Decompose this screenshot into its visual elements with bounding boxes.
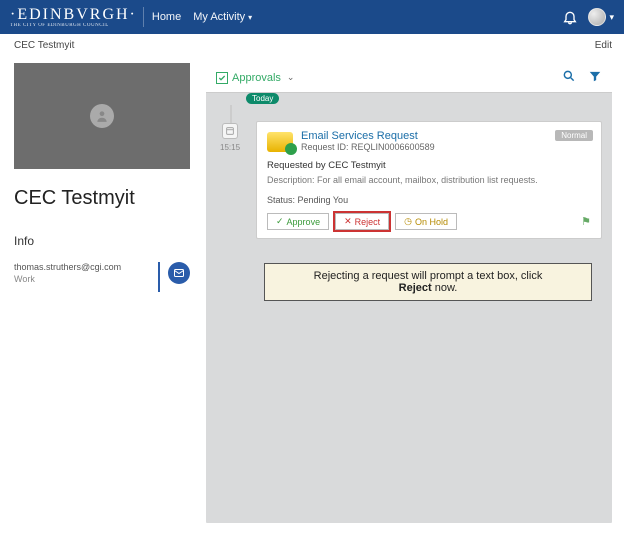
approve-button[interactable]: ✓ Approve (267, 213, 329, 230)
brand-subtext: THE CITY OF EDINBURGH COUNCIL (10, 23, 137, 28)
nav-my-activity[interactable]: My Activity ▾ (193, 11, 252, 23)
nav-my-activity-label: My Activity (193, 11, 245, 23)
callout-line2: now. (432, 282, 458, 294)
check-icon: ✓ (276, 216, 284, 227)
avatar-icon (588, 8, 606, 26)
timeline-time: 15:15 (220, 143, 240, 152)
card-title[interactable]: Email Services Request (301, 130, 435, 142)
info-email-label: Work (14, 274, 150, 286)
reject-label: Reject (355, 217, 381, 227)
today-pill: Today (246, 93, 279, 104)
edit-link[interactable]: Edit (595, 40, 612, 51)
callout-bold: Reject (399, 282, 432, 294)
x-icon: ✕ (344, 216, 352, 227)
hold-label: On Hold (415, 217, 448, 227)
info-block: thomas.struthers@cgi.com Work (14, 262, 190, 292)
info-email: thomas.struthers@cgi.com (14, 262, 150, 274)
breadcrumb: CEC Testmyit (14, 40, 74, 51)
divider (158, 262, 160, 292)
timeline: Today 15:15 Normal Email Services Reques… (206, 93, 612, 311)
card-status: Status: Pending You (267, 195, 591, 205)
approvals-dropdown[interactable]: Approvals ⌄ (216, 72, 294, 84)
flag-icon[interactable]: ⚑ (581, 215, 591, 228)
profile-photo (14, 63, 190, 169)
notifications-icon[interactable] (562, 9, 578, 25)
mail-icon (173, 267, 185, 279)
card-description: Description: For all email account, mail… (267, 175, 591, 185)
hold-button[interactable]: ◷ On Hold (395, 213, 457, 230)
approvals-label: Approvals (232, 72, 281, 84)
profile-sidebar: CEC Testmyit Info thomas.struthers@cgi.c… (14, 63, 190, 523)
approve-label: Approve (287, 217, 321, 227)
filter-icon[interactable] (588, 69, 602, 86)
timeline-node-icon (222, 123, 238, 139)
user-avatar[interactable]: ▾ (588, 8, 614, 26)
nav-separator (143, 7, 144, 27)
card-actions: ✓ Approve ✕ Reject ◷ On Hold ⚑ (267, 213, 591, 230)
breadcrumb-row: CEC Testmyit Edit (0, 34, 624, 55)
email-button[interactable] (168, 262, 190, 284)
priority-badge: Normal (555, 130, 593, 141)
request-card: Normal Email Services Request Request ID… (256, 121, 602, 239)
search-icon[interactable] (562, 69, 576, 86)
card-id: Request ID: REQLIN0006600589 (301, 142, 435, 152)
instruction-callout: Rejecting a request will prompt a text b… (264, 263, 592, 301)
clock-icon: ◷ (404, 216, 412, 227)
reject-button[interactable]: ✕ Reject (335, 213, 389, 230)
approvals-icon (216, 72, 228, 84)
chevron-down-icon: ▾ (248, 13, 252, 22)
chevron-down-icon: ⌄ (287, 72, 295, 83)
navbar: ·EDINBVRGH· THE CITY OF EDINBURGH COUNCI… (0, 0, 624, 34)
chevron-down-icon: ▾ (609, 12, 614, 23)
info-header: Info (14, 234, 190, 254)
panel-header: Approvals ⌄ (206, 63, 612, 93)
person-icon (90, 104, 114, 128)
info-text: thomas.struthers@cgi.com Work (14, 262, 150, 285)
main-panel: Approvals ⌄ Today 15:15 Normal (206, 63, 612, 523)
nav-home-label: Home (152, 11, 181, 23)
nav-home[interactable]: Home (152, 11, 181, 23)
brand-text: ·EDINBVRGH· (10, 7, 137, 23)
card-requested-by: Requested by CEC Testmyit (267, 160, 591, 171)
email-request-icon (267, 132, 293, 152)
profile-name: CEC Testmyit (14, 187, 190, 210)
brand-logo: ·EDINBVRGH· THE CITY OF EDINBURGH COUNCI… (10, 7, 137, 28)
callout-line1: Rejecting a request will prompt a text b… (314, 270, 543, 282)
